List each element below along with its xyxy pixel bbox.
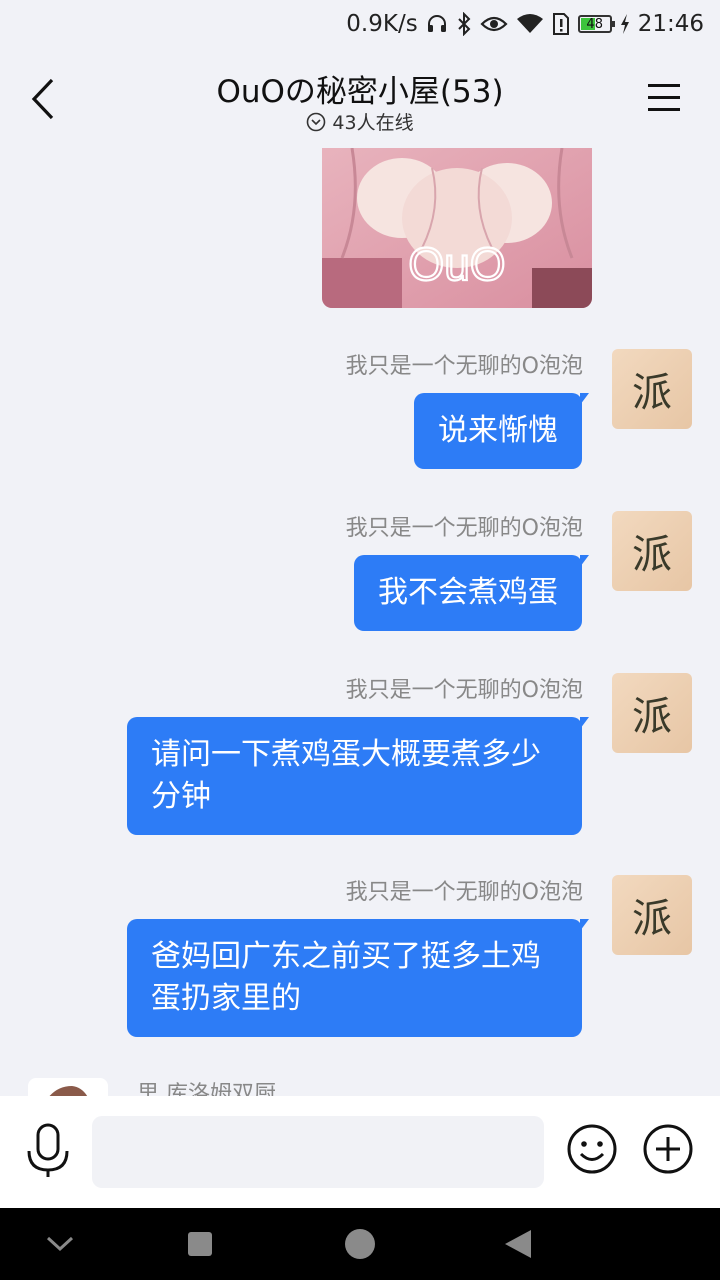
avatar[interactable]: 派 [612, 673, 692, 753]
nav-down-icon [46, 1236, 74, 1252]
voice-button[interactable] [24, 1123, 72, 1179]
avatar[interactable]: 派 [612, 349, 692, 429]
nav-home-button[interactable] [338, 1222, 382, 1266]
system-nav-bar [0, 1208, 720, 1280]
nav-recents-icon [188, 1232, 212, 1256]
input-bar [0, 1096, 720, 1208]
nav-back-button[interactable] [496, 1222, 540, 1266]
nav-home-icon [345, 1229, 375, 1259]
chat-header: OuOの秘密小屋(53) 43人在线 [0, 48, 720, 148]
message-list[interactable]: OuO 我只是一个无聊的O泡泡 派 说来惭愧 我只是一个无聊的O泡泡 派 我不会… [0, 148, 720, 1096]
network-speed: 0.9K/s [346, 11, 418, 37]
online-count-label: 43人在线 [332, 112, 414, 134]
nav-back-icon [505, 1230, 531, 1258]
message-bubble[interactable]: 请问一下煮鸡蛋大概要煮多少分钟 [127, 717, 589, 835]
sender-name: 我只是一个无聊的O泡泡 [345, 354, 583, 379]
microphone-icon [27, 1123, 69, 1177]
battery-icon: 48 [577, 15, 615, 33]
battery-level: 48 [586, 16, 603, 32]
hamburger-menu-icon [648, 84, 680, 111]
sender-name: 我只是一个无聊的O泡泡 [345, 678, 583, 703]
sim-alert-icon [552, 12, 570, 36]
menu-button[interactable] [644, 76, 684, 120]
online-count[interactable]: 43人在线 [0, 108, 720, 135]
shared-image[interactable]: OuO [322, 148, 592, 308]
avatar[interactable] [28, 1078, 108, 1096]
sender-name: 里 库洛姆双厨 [137, 1082, 276, 1096]
eye-icon [480, 14, 508, 34]
plus-icon [643, 1124, 693, 1174]
sender-name: 我只是一个无聊的O泡泡 [345, 880, 583, 905]
charging-icon [620, 13, 630, 35]
chevron-circle-icon [307, 112, 326, 131]
shared-image-caption: OuO [408, 238, 505, 290]
status-bar: 0.9K/s 48 21:46 [0, 0, 720, 48]
message-input[interactable] [92, 1116, 544, 1188]
headset-icon [426, 13, 448, 35]
emoji-icon [567, 1124, 617, 1174]
emoji-button[interactable] [566, 1123, 618, 1175]
more-button[interactable] [642, 1123, 694, 1175]
clock: 21:46 [637, 11, 704, 37]
group-title: OuOの秘密小屋(53) [216, 74, 504, 110]
avatar[interactable]: 派 [612, 875, 692, 955]
nav-down-button[interactable] [38, 1222, 82, 1266]
nav-recents-button[interactable] [178, 1222, 222, 1266]
wifi-icon [516, 13, 544, 35]
message-bubble[interactable]: 我不会煮鸡蛋 [354, 555, 589, 631]
shared-image-art: OuO [322, 148, 592, 308]
message-bubble[interactable]: 说来惭愧 [414, 393, 589, 469]
avatar[interactable]: 派 [612, 511, 692, 591]
message-bubble[interactable]: 爸妈回广东之前买了挺多土鸡蛋扔家里的 [127, 919, 589, 1037]
bluetooth-icon [456, 12, 472, 36]
sender-name: 我只是一个无聊的O泡泡 [345, 516, 583, 541]
